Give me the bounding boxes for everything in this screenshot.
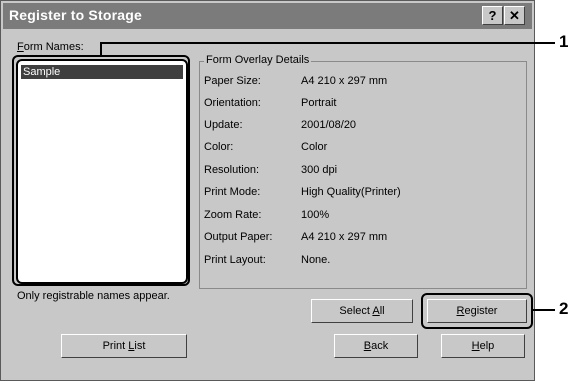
detail-value: Color — [301, 141, 328, 153]
detail-key: Orientation: — [204, 97, 261, 109]
callout-line-1-drop — [100, 42, 102, 56]
detail-key: Resolution: — [204, 164, 260, 176]
dialog-title: Register to Storage — [9, 7, 142, 23]
select-all-button[interactable]: Select All — [311, 299, 413, 323]
detail-value: High Quality(Printer) — [301, 186, 401, 198]
callout-line-1 — [100, 42, 555, 44]
detail-key: Print Layout: — [204, 254, 266, 266]
detail-key: Update: — [204, 119, 243, 131]
form-overlay-details-title: Form Overlay Details — [204, 54, 312, 66]
callout-box-form-names — [12, 55, 190, 286]
detail-value: 100% — [301, 209, 330, 221]
registrable-names-note: Only registrable names appear. — [17, 290, 170, 302]
back-button[interactable]: Back — [334, 334, 418, 358]
callout-line-2 — [533, 309, 555, 311]
callout-number-1: 1 — [559, 32, 569, 51]
detail-value: A4 210 x 297 mm — [301, 231, 388, 243]
detail-key: Print Mode: — [204, 186, 261, 198]
detail-value: Portrait — [301, 97, 337, 109]
print-list-button[interactable]: Print List — [61, 334, 187, 358]
help-title-button[interactable]: ? — [482, 6, 503, 25]
form-names-label: Form Names: — [17, 41, 84, 53]
callout-number-2: 2 — [559, 299, 569, 318]
detail-key: Color: — [204, 141, 234, 153]
detail-key: Paper Size: — [204, 75, 261, 87]
detail-key: Zoom Rate: — [204, 209, 262, 221]
detail-value: 300 dpi — [301, 164, 338, 176]
callout-box-register — [421, 293, 533, 329]
detail-value: A4 210 x 297 mm — [301, 75, 388, 87]
close-icon[interactable]: ✕ — [504, 6, 525, 25]
detail-value: 2001/08/20 — [301, 119, 357, 131]
help-button[interactable]: Help — [441, 334, 525, 358]
detail-value: None. — [301, 254, 331, 266]
title-bar: Register to Storage ? ✕ — [3, 3, 532, 29]
detail-key: Output Paper: — [204, 231, 273, 243]
